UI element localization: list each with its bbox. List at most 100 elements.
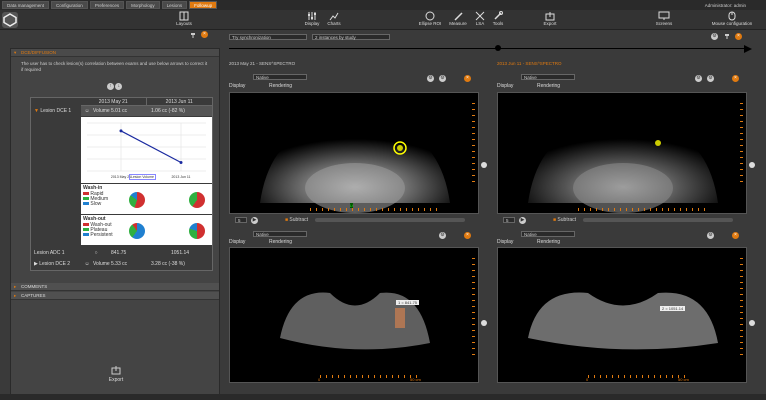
tab-morphology[interactable]: Morphology <box>126 1 160 9</box>
view-options-icon[interactable]: ⚙ <box>711 33 718 40</box>
right-top-rendering-label[interactable]: Rendering <box>537 83 560 89</box>
sliders-icon <box>308 12 316 20</box>
right-top-tools-icon[interactable]: ⚙ <box>695 75 702 82</box>
tab-lesions[interactable]: Lesions <box>161 1 188 9</box>
pin-right-icon[interactable] <box>724 33 730 42</box>
right-bottom-close-icon[interactable]: × <box>732 232 739 239</box>
charts-button[interactable]: Charts <box>322 10 346 30</box>
right-slice-slider[interactable] <box>583 218 733 222</box>
right-frame-select[interactable]: 5 <box>503 217 515 223</box>
left-bottom-close-icon[interactable]: × <box>464 232 471 239</box>
right-bottom-rendering-label[interactable]: Rendering <box>537 239 560 245</box>
export-button[interactable]: Export <box>538 10 562 30</box>
left-top-close-icon[interactable]: × <box>464 75 471 82</box>
left-bottom-display-label[interactable]: Display <box>229 239 245 245</box>
lesion-adc-1-row: ○ 841.75 1051.14 <box>81 248 212 258</box>
right-bottom-display-label[interactable]: Display <box>497 239 513 245</box>
left-bottom-settings-icon[interactable]: ⚙ <box>439 232 446 239</box>
instances-select[interactable]: 2 instances by study <box>312 34 390 40</box>
tab-configuration[interactable]: Configuration <box>51 1 88 9</box>
volume-series-line <box>120 130 182 164</box>
right-bottom-adc-viewer[interactable]: 2 = 1051.14 0 50 cm <box>497 247 747 383</box>
layouts-button[interactable]: Layouts <box>172 10 196 30</box>
sync-select[interactable]: Try synchronization <box>229 34 307 40</box>
left-top-breast-image <box>260 123 450 213</box>
pin-icon[interactable] <box>190 32 196 41</box>
left-bottom-splitter-handle[interactable] <box>481 320 487 326</box>
date-1: 2013 May 21 <box>81 98 147 105</box>
right-top-display-label[interactable]: Display <box>497 83 513 89</box>
right-top-splitter-handle[interactable] <box>749 162 755 168</box>
timeline-arrow-icon <box>744 45 752 53</box>
lesion-dce-1-label[interactable]: ▼ Lesion DCE 1 <box>31 106 81 116</box>
arrow-down-icon[interactable]: ↓ <box>115 83 123 90</box>
right-top-mri-viewer[interactable] <box>497 92 747 214</box>
section-comments[interactable]: ▸ COMMENTS <box>11 283 219 291</box>
left-top-native-select[interactable]: Native <box>253 74 307 80</box>
measure-label: Measure <box>449 21 467 26</box>
lesion-dce-1-name: Lesion DCE 1 <box>40 108 72 114</box>
right-play-icon[interactable]: ▶ <box>519 217 526 224</box>
left-top-rendering-label[interactable]: Rendering <box>269 83 292 89</box>
correction-arrows: ↑ ↓ <box>107 83 123 90</box>
tools-button[interactable]: Tools <box>486 10 510 30</box>
washout-pie-1 <box>129 223 145 239</box>
left-export-label: Export <box>108 377 124 383</box>
left-frame-select[interactable]: 5 <box>235 217 247 223</box>
left-top-mri-viewer[interactable]: Lt <box>229 92 479 214</box>
close-panel-icon[interactable]: × <box>201 31 208 38</box>
left-slice-slider[interactable] <box>315 218 465 222</box>
mouse-config-button[interactable]: Mouse configuration <box>710 10 754 30</box>
lesion-dce-1-row: ☺ Volume 5.01 cc 1.06 cc (-82 %) <box>81 106 212 116</box>
left-top-settings-icon[interactable]: ⚙ <box>439 75 446 82</box>
left-bottom-rendering-label[interactable]: Rendering <box>269 239 292 245</box>
section-captures[interactable]: ▸ CAPTURES <box>11 292 219 300</box>
left-bottom-adc-viewer[interactable]: 1 = 841.75 0 50 cm <box>229 247 479 383</box>
export-label: Export <box>543 21 557 26</box>
mouse-config-label: Mouse configuration <box>711 21 753 26</box>
washout-box: Wash-out Wash-out Plateau Persistent <box>81 215 212 245</box>
right-subtract-checkbox[interactable]: ■ Subtract <box>553 217 576 223</box>
washin-pie-1 <box>129 192 145 208</box>
timeline-marker[interactable] <box>495 45 501 51</box>
left-bottom-native-select[interactable]: Native <box>253 231 307 237</box>
close-right-icon[interactable]: × <box>735 33 742 40</box>
arrow-up-icon[interactable]: ↑ <box>107 83 114 90</box>
lesion-dce-1-v2: 1.06 cc (-82 %) <box>151 108 185 114</box>
right-top-close-icon[interactable]: × <box>732 75 739 82</box>
left-top-display-label[interactable]: Display <box>229 83 245 89</box>
right-adc-value-label: 2 = 1051.14 <box>660 306 686 311</box>
left-subtract-checkbox[interactable]: ■ Subtract <box>285 217 308 223</box>
lesion-adc-1-name[interactable]: Lesion ADC 1 <box>31 248 81 258</box>
volume-x-tick-2: 2013 Jun 11 <box>171 175 190 179</box>
adc-circle-icon: ○ <box>94 250 98 256</box>
app-logo <box>2 12 18 28</box>
left-top-splitter-handle[interactable] <box>481 162 487 168</box>
right-top-settings-icon[interactable]: ⚙ <box>707 75 714 82</box>
ellipse-roi-button[interactable]: Ellipse ROI <box>418 10 442 30</box>
screens-button[interactable]: Screens <box>652 10 676 30</box>
tab-preferences[interactable]: Preferences <box>89 1 125 9</box>
section-dce-diffusion-title: DCE/DIFFUSION <box>21 50 57 55</box>
right-bottom-settings-icon[interactable]: ⚙ <box>707 232 714 239</box>
left-export-button[interactable]: Export <box>107 365 125 383</box>
lesion-dce-2-name: Lesion DCE 2 <box>39 261 71 267</box>
right-top-native-select[interactable]: Native <box>521 74 575 80</box>
section-dce-diffusion[interactable]: ▾ DCE/DIFFUSION <box>11 49 219 57</box>
ellipse-icon <box>425 11 435 21</box>
left-top-tools-icon[interactable]: ⚙ <box>427 75 434 82</box>
tab-followup[interactable]: Followup <box>189 1 218 9</box>
lesion-dce-2-label[interactable]: ▶ Lesion DCE 2 <box>31 259 81 269</box>
display-button[interactable]: Display <box>300 10 324 30</box>
right-bottom-native-select[interactable]: Native <box>521 231 575 237</box>
main-toolbar: Layouts Display Charts Ellipse ROI Measu… <box>0 10 766 30</box>
measure-button[interactable]: Measure <box>446 10 470 30</box>
expand-comments-icon: ▸ <box>14 284 17 289</box>
chart-legend: Lesion Volume <box>129 174 156 180</box>
right-bottom-h-ruler <box>588 375 688 378</box>
left-play-icon[interactable]: ▶ <box>251 217 258 224</box>
adc-v1: 841.75 <box>111 250 127 256</box>
tab-data-management[interactable]: Data management <box>2 1 50 9</box>
right-bottom-splitter-handle[interactable] <box>749 320 755 326</box>
date-2: 2013 Jun 11 <box>165 99 193 105</box>
